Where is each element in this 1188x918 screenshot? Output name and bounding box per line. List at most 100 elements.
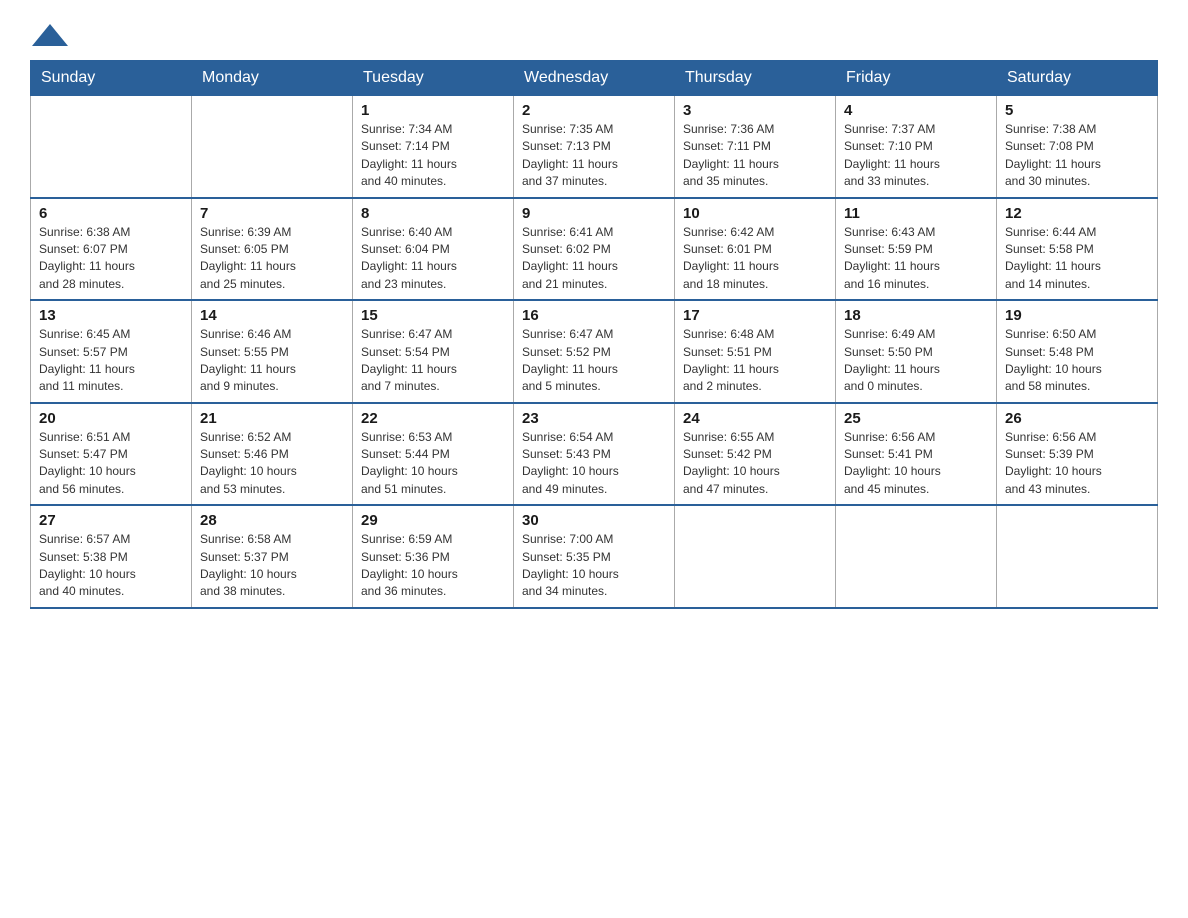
day-info: Sunrise: 6:54 AM Sunset: 5:43 PM Dayligh… (522, 429, 666, 499)
day-info: Sunrise: 6:40 AM Sunset: 6:04 PM Dayligh… (361, 224, 505, 294)
calendar-cell: 2 Sunrise: 7:35 AM Sunset: 7:13 PM Daylig… (514, 96, 675, 198)
header-monday: Monday (192, 61, 353, 96)
day-number: 28 (200, 512, 344, 529)
calendar-cell: 26 Sunrise: 6:56 AM Sunset: 5:39 PM Dayli… (997, 403, 1158, 506)
day-number: 29 (361, 512, 505, 529)
calendar-cell: 12 Sunrise: 6:44 AM Sunset: 5:58 PM Dayli… (997, 198, 1158, 301)
day-info: Sunrise: 7:38 AM Sunset: 7:08 PM Dayligh… (1005, 121, 1149, 191)
calendar-cell: 18Sunrise: 6:49 AM Sunset: 5:50 PM Dayli… (836, 300, 997, 403)
day-info: Sunrise: 6:39 AM Sunset: 6:05 PM Dayligh… (200, 224, 344, 294)
calendar-cell: 28 Sunrise: 6:58 AM Sunset: 5:37 PM Dayli… (192, 505, 353, 608)
day-number: 25 (844, 410, 988, 427)
day-number: 15 (361, 307, 505, 324)
calendar-cell: 25 Sunrise: 6:56 AM Sunset: 5:41 PM Dayli… (836, 403, 997, 506)
calendar-cell (836, 505, 997, 608)
day-number: 13 (39, 307, 183, 324)
calendar-cell: 19 Sunrise: 6:50 AM Sunset: 5:48 PM Dayli… (997, 300, 1158, 403)
calendar-cell: 3 Sunrise: 7:36 AM Sunset: 7:11 PM Daylig… (675, 96, 836, 198)
calendar-week-row: 1Sunrise: 7:34 AM Sunset: 7:14 PM Daylig… (31, 96, 1158, 198)
calendar-cell: 24Sunrise: 6:55 AM Sunset: 5:42 PM Dayli… (675, 403, 836, 506)
day-number: 3 (683, 102, 827, 119)
calendar-cell: 5 Sunrise: 7:38 AM Sunset: 7:08 PM Daylig… (997, 96, 1158, 198)
calendar-body: 1Sunrise: 7:34 AM Sunset: 7:14 PM Daylig… (31, 96, 1158, 608)
day-info: Sunrise: 7:00 AM Sunset: 5:35 PM Dayligh… (522, 531, 666, 601)
day-number: 26 (1005, 410, 1149, 427)
day-number: 16 (522, 307, 666, 324)
day-number: 21 (200, 410, 344, 427)
header-sunday: Sunday (31, 61, 192, 96)
day-info: Sunrise: 6:57 AM Sunset: 5:38 PM Dayligh… (39, 531, 183, 601)
day-info: Sunrise: 6:51 AM Sunset: 5:47 PM Dayligh… (39, 429, 183, 499)
day-info: Sunrise: 6:46 AM Sunset: 5:55 PM Dayligh… (200, 326, 344, 396)
day-info: Sunrise: 6:50 AM Sunset: 5:48 PM Dayligh… (1005, 326, 1149, 396)
calendar-cell (997, 505, 1158, 608)
day-number: 9 (522, 205, 666, 222)
day-number: 23 (522, 410, 666, 427)
calendar-cell: 10Sunrise: 6:42 AM Sunset: 6:01 PM Dayli… (675, 198, 836, 301)
calendar-cell: 29 Sunrise: 6:59 AM Sunset: 5:36 PM Dayli… (353, 505, 514, 608)
day-number: 8 (361, 205, 505, 222)
calendar-week-row: 13 Sunrise: 6:45 AM Sunset: 5:57 PM Dayli… (31, 300, 1158, 403)
calendar-cell: 27 Sunrise: 6:57 AM Sunset: 5:38 PM Dayli… (31, 505, 192, 608)
day-number: 7 (200, 205, 344, 222)
header-friday: Friday (836, 61, 997, 96)
day-number: 6 (39, 205, 183, 222)
day-number: 4 (844, 102, 988, 119)
day-info: Sunrise: 6:58 AM Sunset: 5:37 PM Dayligh… (200, 531, 344, 601)
day-info: Sunrise: 7:36 AM Sunset: 7:11 PM Dayligh… (683, 121, 827, 191)
day-info: Sunrise: 6:41 AM Sunset: 6:02 PM Dayligh… (522, 224, 666, 294)
calendar-cell: 20 Sunrise: 6:51 AM Sunset: 5:47 PM Dayli… (31, 403, 192, 506)
day-number: 10 (683, 205, 827, 222)
day-number: 1 (361, 102, 505, 119)
day-number: 2 (522, 102, 666, 119)
page-header (30, 20, 1158, 44)
day-number: 27 (39, 512, 183, 529)
day-number: 11 (844, 205, 988, 222)
day-number: 14 (200, 307, 344, 324)
calendar-cell: 30 Sunrise: 7:00 AM Sunset: 5:35 PM Dayli… (514, 505, 675, 608)
day-number: 18 (844, 307, 988, 324)
day-info: Sunrise: 7:37 AM Sunset: 7:10 PM Dayligh… (844, 121, 988, 191)
calendar-cell: 11 Sunrise: 6:43 AM Sunset: 5:59 PM Dayli… (836, 198, 997, 301)
header-saturday: Saturday (997, 61, 1158, 96)
day-info: Sunrise: 6:47 AM Sunset: 5:54 PM Dayligh… (361, 326, 505, 396)
calendar-week-row: 27 Sunrise: 6:57 AM Sunset: 5:38 PM Dayli… (31, 505, 1158, 608)
calendar-cell: 1Sunrise: 7:34 AM Sunset: 7:14 PM Daylig… (353, 96, 514, 198)
day-info: Sunrise: 6:56 AM Sunset: 5:41 PM Dayligh… (844, 429, 988, 499)
day-number: 17 (683, 307, 827, 324)
day-number: 30 (522, 512, 666, 529)
day-info: Sunrise: 6:59 AM Sunset: 5:36 PM Dayligh… (361, 531, 505, 601)
day-info: Sunrise: 6:44 AM Sunset: 5:58 PM Dayligh… (1005, 224, 1149, 294)
calendar-cell: 13 Sunrise: 6:45 AM Sunset: 5:57 PM Dayli… (31, 300, 192, 403)
day-number: 20 (39, 410, 183, 427)
header-tuesday: Tuesday (353, 61, 514, 96)
day-info: Sunrise: 6:52 AM Sunset: 5:46 PM Dayligh… (200, 429, 344, 499)
calendar-table: SundayMondayTuesdayWednesdayThursdayFrid… (30, 60, 1158, 609)
day-info: Sunrise: 7:35 AM Sunset: 7:13 PM Dayligh… (522, 121, 666, 191)
day-number: 5 (1005, 102, 1149, 119)
calendar-cell (192, 96, 353, 198)
logo-triangle-icon (32, 20, 68, 48)
calendar-cell: 22Sunrise: 6:53 AM Sunset: 5:44 PM Dayli… (353, 403, 514, 506)
calendar-cell: 14 Sunrise: 6:46 AM Sunset: 5:55 PM Dayli… (192, 300, 353, 403)
day-info: Sunrise: 6:43 AM Sunset: 5:59 PM Dayligh… (844, 224, 988, 294)
day-info: Sunrise: 6:45 AM Sunset: 5:57 PM Dayligh… (39, 326, 183, 396)
calendar-cell: 8 Sunrise: 6:40 AM Sunset: 6:04 PM Daylig… (353, 198, 514, 301)
logo (30, 20, 68, 44)
calendar-cell: 23 Sunrise: 6:54 AM Sunset: 5:43 PM Dayli… (514, 403, 675, 506)
calendar-cell: 17 Sunrise: 6:48 AM Sunset: 5:51 PM Dayli… (675, 300, 836, 403)
day-info: Sunrise: 6:48 AM Sunset: 5:51 PM Dayligh… (683, 326, 827, 396)
calendar-cell: 6Sunrise: 6:38 AM Sunset: 6:07 PM Daylig… (31, 198, 192, 301)
day-info: Sunrise: 6:53 AM Sunset: 5:44 PM Dayligh… (361, 429, 505, 499)
day-number: 19 (1005, 307, 1149, 324)
calendar-cell: 7 Sunrise: 6:39 AM Sunset: 6:05 PM Daylig… (192, 198, 353, 301)
calendar-week-row: 20 Sunrise: 6:51 AM Sunset: 5:47 PM Dayli… (31, 403, 1158, 506)
calendar-cell (675, 505, 836, 608)
calendar-cell: 9 Sunrise: 6:41 AM Sunset: 6:02 PM Daylig… (514, 198, 675, 301)
calendar-cell: 16 Sunrise: 6:47 AM Sunset: 5:52 PM Dayli… (514, 300, 675, 403)
header-thursday: Thursday (675, 61, 836, 96)
day-info: Sunrise: 6:47 AM Sunset: 5:52 PM Dayligh… (522, 326, 666, 396)
day-number: 24 (683, 410, 827, 427)
day-info: Sunrise: 6:56 AM Sunset: 5:39 PM Dayligh… (1005, 429, 1149, 499)
day-number: 12 (1005, 205, 1149, 222)
